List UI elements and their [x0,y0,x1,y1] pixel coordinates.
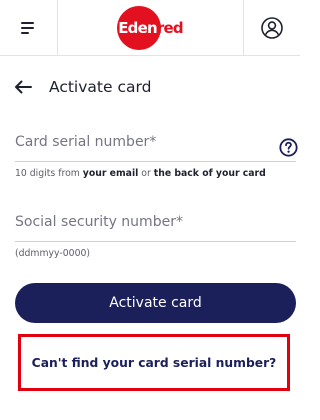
required-mark: * [149,134,157,150]
edenred-logo: Edenred [115,6,187,50]
highlight-box: Can't find your card serial number? [18,334,290,391]
profile-button[interactable] [243,0,300,56]
activate-card-button[interactable]: Activate card [15,283,296,323]
question-mark-icon[interactable] [279,138,298,157]
helper-prefix: 10 digits from [15,168,83,179]
cant-find-serial-link[interactable]: Can't find your card serial number? [32,356,277,370]
card-serial-number-field[interactable]: Card serial number* [15,128,296,162]
user-profile-icon [261,17,283,39]
hamburger-menu-icon [20,22,34,34]
logo-text: Edenred [118,19,183,37]
menu-button[interactable] [0,0,58,56]
serial-number-helper-text: 10 digits from your email or the back of… [15,168,266,179]
card-serial-number-label: Card serial number* [15,134,156,150]
arrow-left-icon [15,80,32,94]
back-button[interactable] [14,76,36,98]
logo-area[interactable]: Edenred [58,0,243,56]
page-title: Activate card [49,78,152,96]
social-security-number-field[interactable]: Social security number* [15,208,296,242]
social-security-number-label-text: Social security number [15,214,176,230]
card-serial-number-label-text: Card serial number [15,134,150,150]
helper-bold-email: your email [82,168,139,179]
ssn-format-helper-text: (ddmmyy-0000) [15,248,91,259]
page-title-row: Activate card [14,73,151,101]
helper-bold-card: the back of your card [153,168,266,179]
social-security-number-label: Social security number* [15,214,183,230]
logo-text-part1: Eden [118,19,157,37]
app-header: Edenred [0,0,300,56]
required-mark: * [175,214,183,230]
logo-text-part2: red [156,19,184,37]
helper-mid: or [138,168,154,179]
